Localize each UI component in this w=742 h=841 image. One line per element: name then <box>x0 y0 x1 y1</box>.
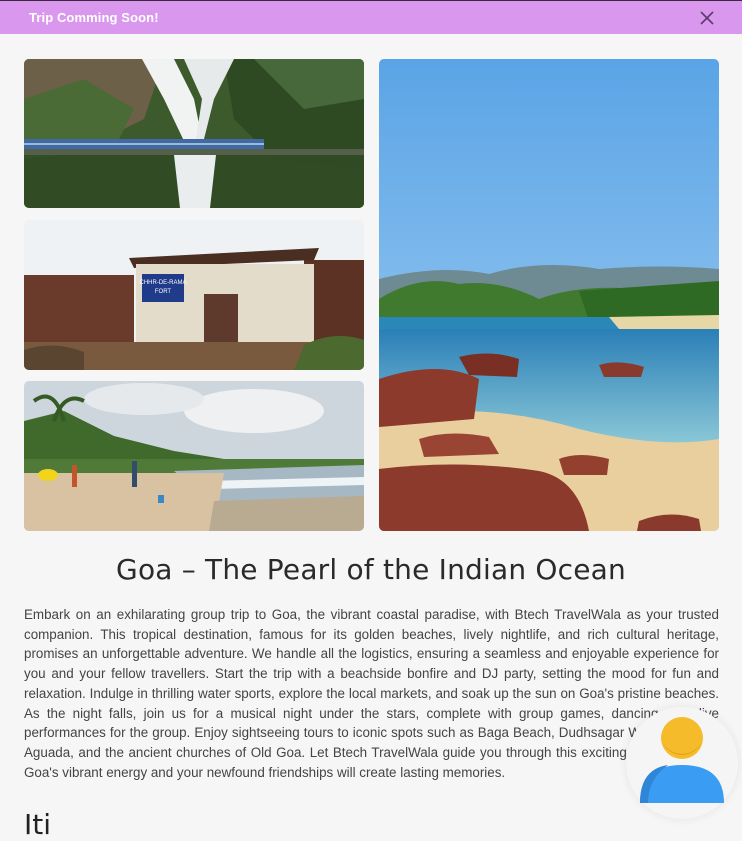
banner-text: Trip Comming Soon! <box>29 10 159 25</box>
gallery-photo-waterfall[interactable] <box>24 59 364 208</box>
announcement-banner: Trip Comming Soon! <box>0 0 742 34</box>
user-avatar-icon <box>640 717 724 803</box>
itinerary-heading: Iti <box>24 808 52 841</box>
trip-description: Embark on an exhilarating group trip to … <box>24 607 719 780</box>
user-avatar-button[interactable] <box>626 707 738 819</box>
fort-sign-line1: CHHR-DE-RAMA <box>140 280 187 286</box>
close-icon[interactable] <box>700 10 714 25</box>
gallery-photo-beach[interactable] <box>24 381 364 531</box>
gallery-photo-rocky-beach[interactable] <box>379 59 719 531</box>
fort-sign-line2: FORT <box>155 289 172 295</box>
page-title: Goa – The Pearl of the Indian Ocean <box>116 553 626 586</box>
gallery-photo-fort[interactable]: CHHR-DE-RAMA FORT <box>24 220 364 370</box>
